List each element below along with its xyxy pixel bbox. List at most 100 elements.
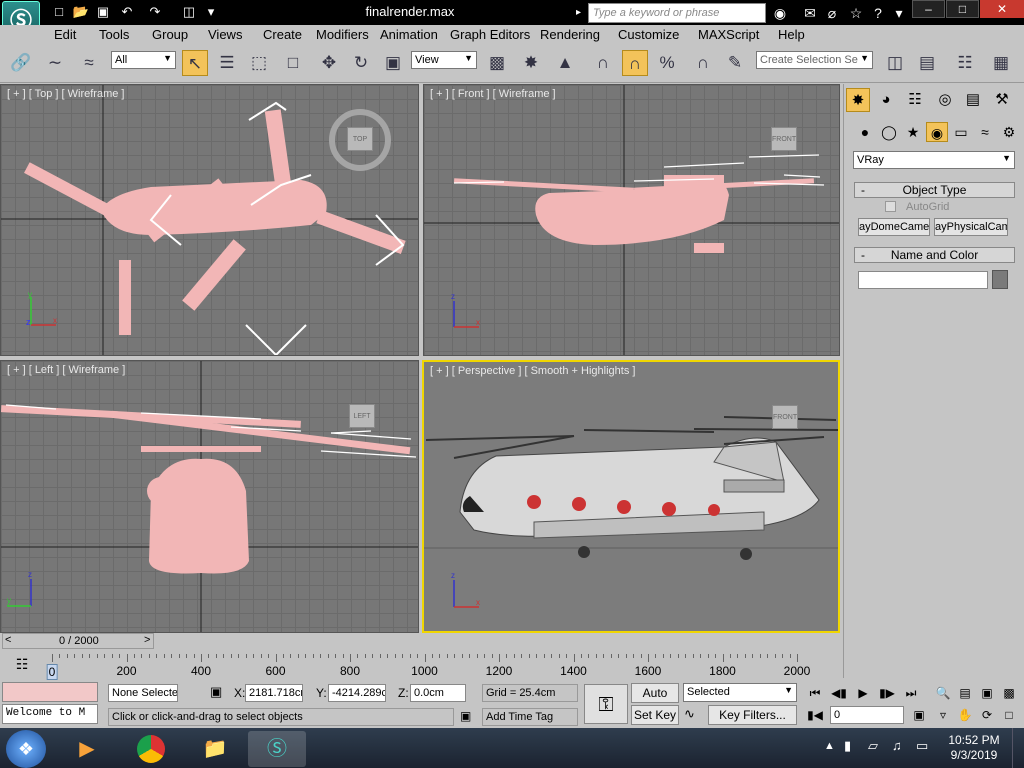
- viewport-left[interactable]: z y LEFT [ + ] [ Left ] [ Wireframe ]: [0, 360, 419, 633]
- select-by-name-icon[interactable]: ☰: [214, 50, 240, 76]
- menu-graph-editors[interactable]: Graph Editors: [450, 27, 530, 42]
- bind-space-warp-icon[interactable]: ≈: [76, 50, 102, 76]
- help-dropdown-icon[interactable]: ▾: [889, 3, 909, 23]
- keyboard-shortcut-override-icon[interactable]: ▲: [552, 50, 578, 76]
- display-tab-icon[interactable]: ▤: [961, 88, 985, 112]
- go-to-start-icon[interactable]: ⏮: [806, 684, 824, 702]
- viewcube[interactable]: FRONT: [771, 127, 797, 151]
- viewport-label-front[interactable]: [ + ] [ Front ] [ Wireframe ]: [430, 88, 556, 100]
- layer-manager-icon[interactable]: ☷: [952, 50, 978, 76]
- zoom-icon[interactable]: 🔍: [934, 684, 952, 702]
- orbit-icon[interactable]: ⟳: [978, 706, 996, 724]
- z-coordinate-input[interactable]: 0.0cm: [410, 684, 466, 702]
- time-configuration-icon[interactable]: ▣: [910, 706, 928, 724]
- hierarchy-tab-icon[interactable]: ☷: [903, 88, 927, 112]
- key-mode-toggle-icon[interactable]: ▮◀: [806, 706, 824, 724]
- maxscript-mini-listener[interactable]: Welcome to M: [2, 704, 98, 724]
- media-player-icon[interactable]: ▶: [58, 731, 116, 767]
- pivot-center-icon[interactable]: ▩: [484, 50, 510, 76]
- quick-access-dropdown-icon[interactable]: ▾: [202, 3, 220, 21]
- search-expand-icon[interactable]: ▸: [576, 3, 586, 23]
- systems-icon[interactable]: ⚙: [998, 122, 1020, 142]
- autogrid-checkbox[interactable]: [885, 201, 896, 212]
- rollout-object-type[interactable]: - Object Type: [854, 182, 1015, 198]
- field-of-view-icon[interactable]: ▿: [934, 706, 952, 724]
- key-mode-dropdown[interactable]: Selected ▼: [683, 683, 797, 702]
- mirror-icon[interactable]: ◫: [882, 50, 908, 76]
- menu-group[interactable]: Group: [152, 27, 188, 42]
- select-manipulate-icon[interactable]: ✸: [518, 50, 544, 76]
- menu-help[interactable]: Help: [778, 27, 805, 42]
- zoom-extents-icon[interactable]: ▣: [978, 684, 996, 702]
- lights-icon[interactable]: ★: [902, 122, 924, 142]
- modify-tab-icon[interactable]: ◕: [874, 88, 898, 112]
- device-icon[interactable]: ▮: [844, 738, 851, 754]
- volume-icon[interactable]: ♫: [892, 738, 902, 753]
- menu-modifiers[interactable]: Modifiers: [316, 27, 369, 42]
- subscription-icon[interactable]: ⌀: [822, 3, 842, 23]
- window-crossing-icon[interactable]: □: [280, 50, 306, 76]
- viewport-label-top[interactable]: [ + ] [ Top ] [ Wireframe ]: [7, 88, 124, 100]
- system-clock[interactable]: 10:52 PM 9/3/2019: [942, 733, 1006, 763]
- viewport-top[interactable]: z x y TOP [ + ] [ Top ] [ Wireframe ]: [0, 84, 419, 356]
- project-folder-icon[interactable]: ◫: [180, 3, 198, 21]
- viewcube[interactable]: LEFT: [349, 404, 375, 428]
- menu-maxscript[interactable]: MAXScript: [698, 27, 759, 42]
- time-slider-prev-icon[interactable]: <: [5, 634, 11, 646]
- time-slider-next-icon[interactable]: >: [144, 634, 150, 646]
- favorites-star-icon[interactable]: ☆: [846, 3, 866, 23]
- binoculars-icon[interactable]: ◉: [770, 3, 790, 23]
- chrome-icon[interactable]: [122, 731, 180, 767]
- motion-tab-icon[interactable]: ◎: [933, 88, 957, 112]
- y-coordinate-input[interactable]: -4214.289cm: [328, 684, 386, 702]
- time-slider[interactable]: < 0 / 2000 >: [2, 633, 154, 649]
- mini-curve-editor-icon[interactable]: ☷: [10, 656, 34, 676]
- show-desktop-button[interactable]: [1012, 728, 1024, 768]
- x-coordinate-input[interactable]: 2181.718cm: [245, 684, 303, 702]
- scale-icon[interactable]: ▣: [380, 50, 406, 76]
- next-frame-icon[interactable]: ▮▶: [878, 684, 896, 702]
- create-tab-icon[interactable]: ✸: [846, 88, 870, 112]
- menu-tools[interactable]: Tools: [99, 27, 129, 42]
- viewport-label-left[interactable]: [ + ] [ Left ] [ Wireframe ]: [7, 364, 125, 376]
- rectangular-selection-icon[interactable]: ⬚: [246, 50, 272, 76]
- minimize-button[interactable]: –: [912, 0, 945, 18]
- edit-named-selection-icon[interactable]: ✎: [722, 50, 748, 76]
- vray-dome-camera-button[interactable]: ayDomeCame: [858, 218, 930, 236]
- close-button[interactable]: ✕: [980, 0, 1024, 18]
- save-icon[interactable]: ▣: [94, 3, 112, 21]
- camera-category-dropdown[interactable]: VRay ▼: [853, 151, 1015, 169]
- viewcube[interactable]: TOP: [347, 127, 373, 151]
- snaps-toggle-icon[interactable]: ∩: [590, 50, 616, 76]
- set-key-icon[interactable]: ⚿: [584, 684, 628, 724]
- viewport-front[interactable]: z x FRONT [ + ] [ Front ] [ Wireframe ]: [423, 84, 840, 356]
- auto-key-button[interactable]: Auto Key: [631, 683, 679, 718]
- rollout-name-and-color[interactable]: - Name and Color: [854, 247, 1015, 263]
- maximize-viewport-icon[interactable]: □: [1000, 706, 1018, 724]
- absolute-mode-icon[interactable]: ▣: [210, 684, 226, 700]
- object-color-swatch[interactable]: [992, 270, 1008, 289]
- select-object-icon[interactable]: ↖: [182, 50, 208, 76]
- show-hidden-icons[interactable]: ▲: [824, 740, 835, 752]
- reference-coordinate-dropdown[interactable]: View ▼: [411, 51, 477, 69]
- help-icon[interactable]: ?: [868, 3, 888, 23]
- menu-create[interactable]: Create: [263, 27, 302, 42]
- go-to-end-icon[interactable]: ⏭: [902, 684, 920, 702]
- named-selection-set-dropdown[interactable]: Create Selection Se ▼: [756, 51, 873, 69]
- menu-rendering[interactable]: Rendering: [540, 27, 600, 42]
- redo-icon[interactable]: ↷: [146, 3, 164, 21]
- geometry-icon[interactable]: ●: [854, 122, 876, 142]
- file-explorer-icon[interactable]: 📁: [186, 731, 244, 767]
- space-warps-icon[interactable]: ≈: [974, 122, 996, 142]
- viewcube[interactable]: FRONT: [772, 405, 798, 429]
- previous-frame-icon[interactable]: ◀▮: [830, 684, 848, 702]
- graphite-ribbon-icon[interactable]: ▦: [988, 50, 1014, 76]
- 3ds-max-taskbar-icon[interactable]: Ⓢ: [248, 731, 306, 767]
- battery-icon[interactable]: ▭: [916, 738, 928, 754]
- undo-icon[interactable]: ↶: [118, 3, 136, 21]
- utilities-tab-icon[interactable]: ⚒: [990, 88, 1014, 112]
- cameras-icon[interactable]: ◉: [926, 122, 948, 142]
- menu-edit[interactable]: Edit: [54, 27, 76, 42]
- network-signal-icon[interactable]: ▱: [868, 738, 878, 754]
- default-in-out-tangent-icon[interactable]: ∿: [684, 706, 704, 724]
